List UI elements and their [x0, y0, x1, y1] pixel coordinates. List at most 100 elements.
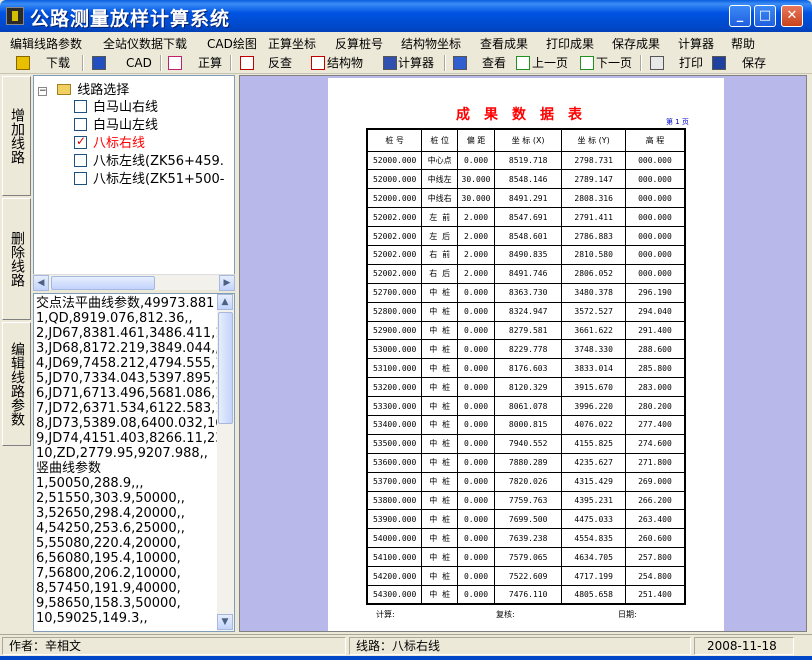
menu-cad-drawing[interactable]: CAD绘图	[207, 35, 257, 52]
save-button[interactable]: 保存	[742, 54, 766, 72]
table-cell: 54300.000	[366, 584, 423, 605]
route-checkbox[interactable]	[74, 118, 87, 131]
menu-edit-route[interactable]: 编辑线路参数	[10, 35, 82, 52]
table-row: 53400.000 中 桩 0.000 8000.815 4076.022 277.400	[366, 414, 686, 435]
table-row: 52000.000 中心点 0.000 8519.718 2798.731 000.000	[366, 150, 686, 171]
route-tree: − 线路选择 白马山右线 白马山左线 八标右线 八标左线(ZK56+459. 八…	[33, 75, 235, 289]
menu-bar: 编辑线路参数 全站仪数据下载 CAD绘图 正算坐标 反算桩号 结构物坐标 查看成…	[0, 32, 812, 52]
scroll-right-icon[interactable]: ▶	[219, 275, 235, 291]
toolbar-separator	[640, 55, 642, 71]
download-button[interactable]: 下载	[46, 54, 70, 72]
table-cell: 53800.000	[366, 490, 423, 511]
tree-item-label: 八标右线	[93, 136, 146, 151]
menu-help[interactable]: 帮助	[731, 35, 755, 52]
table-cell: 251.400	[624, 584, 686, 605]
structure-button[interactable]: 结构物	[327, 54, 363, 72]
cad-button[interactable]: CAD	[126, 54, 152, 72]
tab-add-route[interactable]: 增加线路	[2, 76, 31, 196]
route-checkbox[interactable]	[74, 154, 87, 167]
param-line: 8,JD73,5389.08,6400.032,16	[36, 416, 224, 431]
param-line: 5,JD70,7334.043,5397.895,1	[36, 371, 224, 386]
menu-structure-coordinates[interactable]: 结构物坐标	[401, 35, 461, 52]
toolbar: 下载 CAD 正算 反查 结构物 计算器 查看 上一页 下一页 打印 保存	[0, 52, 812, 74]
print-button[interactable]: 打印	[679, 54, 703, 72]
table-cell: 7699.500	[493, 509, 563, 530]
table-cell: 0.000	[457, 282, 495, 303]
close-button[interactable]: ✕	[781, 5, 803, 27]
table-cell: 2808.316	[561, 188, 626, 209]
scroll-up-icon[interactable]: ▲	[217, 294, 233, 310]
route-checkbox[interactable]	[74, 172, 87, 185]
param-line: 9,58650,158.3,50000,	[36, 596, 181, 611]
table-cell: 7522.609	[493, 566, 563, 586]
menu-inverse-station[interactable]: 反算桩号	[335, 35, 383, 52]
calculator-button[interactable]: 计算器	[398, 54, 434, 72]
table-cell: 8547.691	[493, 207, 563, 228]
scroll-thumb[interactable]	[218, 312, 233, 424]
menu-total-station-download[interactable]: 全站仪数据下载	[103, 35, 187, 52]
curve-icon	[168, 56, 182, 70]
table-cell: 8176.603	[493, 358, 563, 379]
table-cell: 8548.146	[493, 169, 563, 190]
scroll-thumb[interactable]	[51, 276, 155, 290]
collapse-icon[interactable]: −	[38, 87, 47, 96]
forward-calc-button[interactable]: 正算	[198, 54, 222, 72]
folder-icon	[57, 84, 72, 95]
table-row: 53300.000 中 桩 0.000 8061.078 3996.220 280.200	[366, 396, 686, 416]
table-cell: 0.000	[457, 433, 495, 454]
menu-save-results[interactable]: 保存成果	[612, 35, 660, 52]
table-cell: 8000.815	[493, 414, 563, 435]
tree-item-route[interactable]: 白马山右线	[74, 96, 158, 115]
table-cell: 4395.231	[561, 490, 626, 511]
menu-print-results[interactable]: 打印成果	[546, 35, 594, 52]
table-cell: 000.000	[624, 150, 686, 171]
table-cell: 右 后	[421, 263, 459, 284]
menu-forward-coordinates[interactable]: 正算坐标	[268, 35, 316, 52]
next-page-button[interactable]: 下一页	[596, 54, 632, 72]
date-signature-label: 日期:	[618, 610, 637, 619]
table-row: 53000.000 中 桩 0.000 8229.778 3748.330 288.600	[366, 339, 686, 360]
tab-delete-route[interactable]: 删除线路	[2, 198, 31, 320]
table-cell: 000.000	[624, 263, 686, 284]
toolbar-separator	[444, 55, 446, 71]
scroll-down-icon[interactable]: ▼	[217, 614, 233, 630]
table-cell: 中 桩	[421, 414, 459, 435]
table-cell: 0.000	[457, 150, 495, 171]
table-cell: 0.000	[457, 584, 495, 605]
table-cell: 53500.000	[366, 433, 423, 454]
table-cell: 左 前	[421, 207, 459, 228]
view-button[interactable]: 查看	[482, 54, 506, 72]
menu-calculator[interactable]: 计算器	[678, 35, 714, 52]
table-row: 52700.000 中 桩 0.000 8363.730 3480.378 296.190	[366, 282, 686, 303]
table-cell: 291.400	[624, 320, 686, 341]
maximize-button[interactable]: □	[754, 5, 776, 27]
inverse-button[interactable]: 反查	[268, 54, 292, 72]
table-cell: 53000.000	[366, 339, 423, 360]
tree-horizontal-scrollbar[interactable]: ◀ ▶	[33, 274, 235, 291]
route-checkbox[interactable]	[74, 134, 87, 149]
tree-item-route[interactable]: 白马山左线	[74, 114, 158, 133]
params-vertical-scrollbar[interactable]: ▲ ▼	[217, 294, 234, 631]
title-bar: 公路测量放样计算系统 _ □ ✕	[0, 0, 812, 32]
table-cell: 中 桩	[421, 584, 459, 605]
table-cell: 2791.411	[561, 207, 626, 228]
param-line: 7,56800,206.2,10000,	[36, 566, 181, 581]
route-checkbox[interactable]	[74, 100, 87, 113]
table-cell: 7820.026	[493, 471, 563, 492]
tree-item-route[interactable]: 八标左线(ZK51+500-	[74, 168, 224, 187]
table-cell: 4475.033	[561, 509, 626, 530]
table-cell: 8061.078	[493, 396, 563, 416]
tab-edit-route-params[interactable]: 编辑线路参数	[2, 322, 31, 446]
menu-view-results[interactable]: 查看成果	[480, 35, 528, 52]
route-parameters-text[interactable]: 交点法平曲线参数,49973.881 1,QD,8919.076,812.36,…	[33, 293, 235, 632]
scroll-left-icon[interactable]: ◀	[33, 275, 49, 291]
minimize-button[interactable]: _	[729, 5, 751, 27]
prev-page-button[interactable]: 上一页	[532, 54, 568, 72]
status-date: 2008-11-18	[694, 637, 794, 655]
table-cell: 3915.670	[561, 377, 626, 398]
tree-item-route[interactable]: 八标右线	[74, 132, 145, 151]
table-cell: 中 桩	[421, 320, 459, 341]
tree-item-route[interactable]: 八标左线(ZK56+459.	[74, 150, 224, 169]
table-row: 53700.000 中 桩 0.000 7820.026 4315.429 269.000	[366, 471, 686, 492]
toolbar-separator	[230, 55, 232, 71]
